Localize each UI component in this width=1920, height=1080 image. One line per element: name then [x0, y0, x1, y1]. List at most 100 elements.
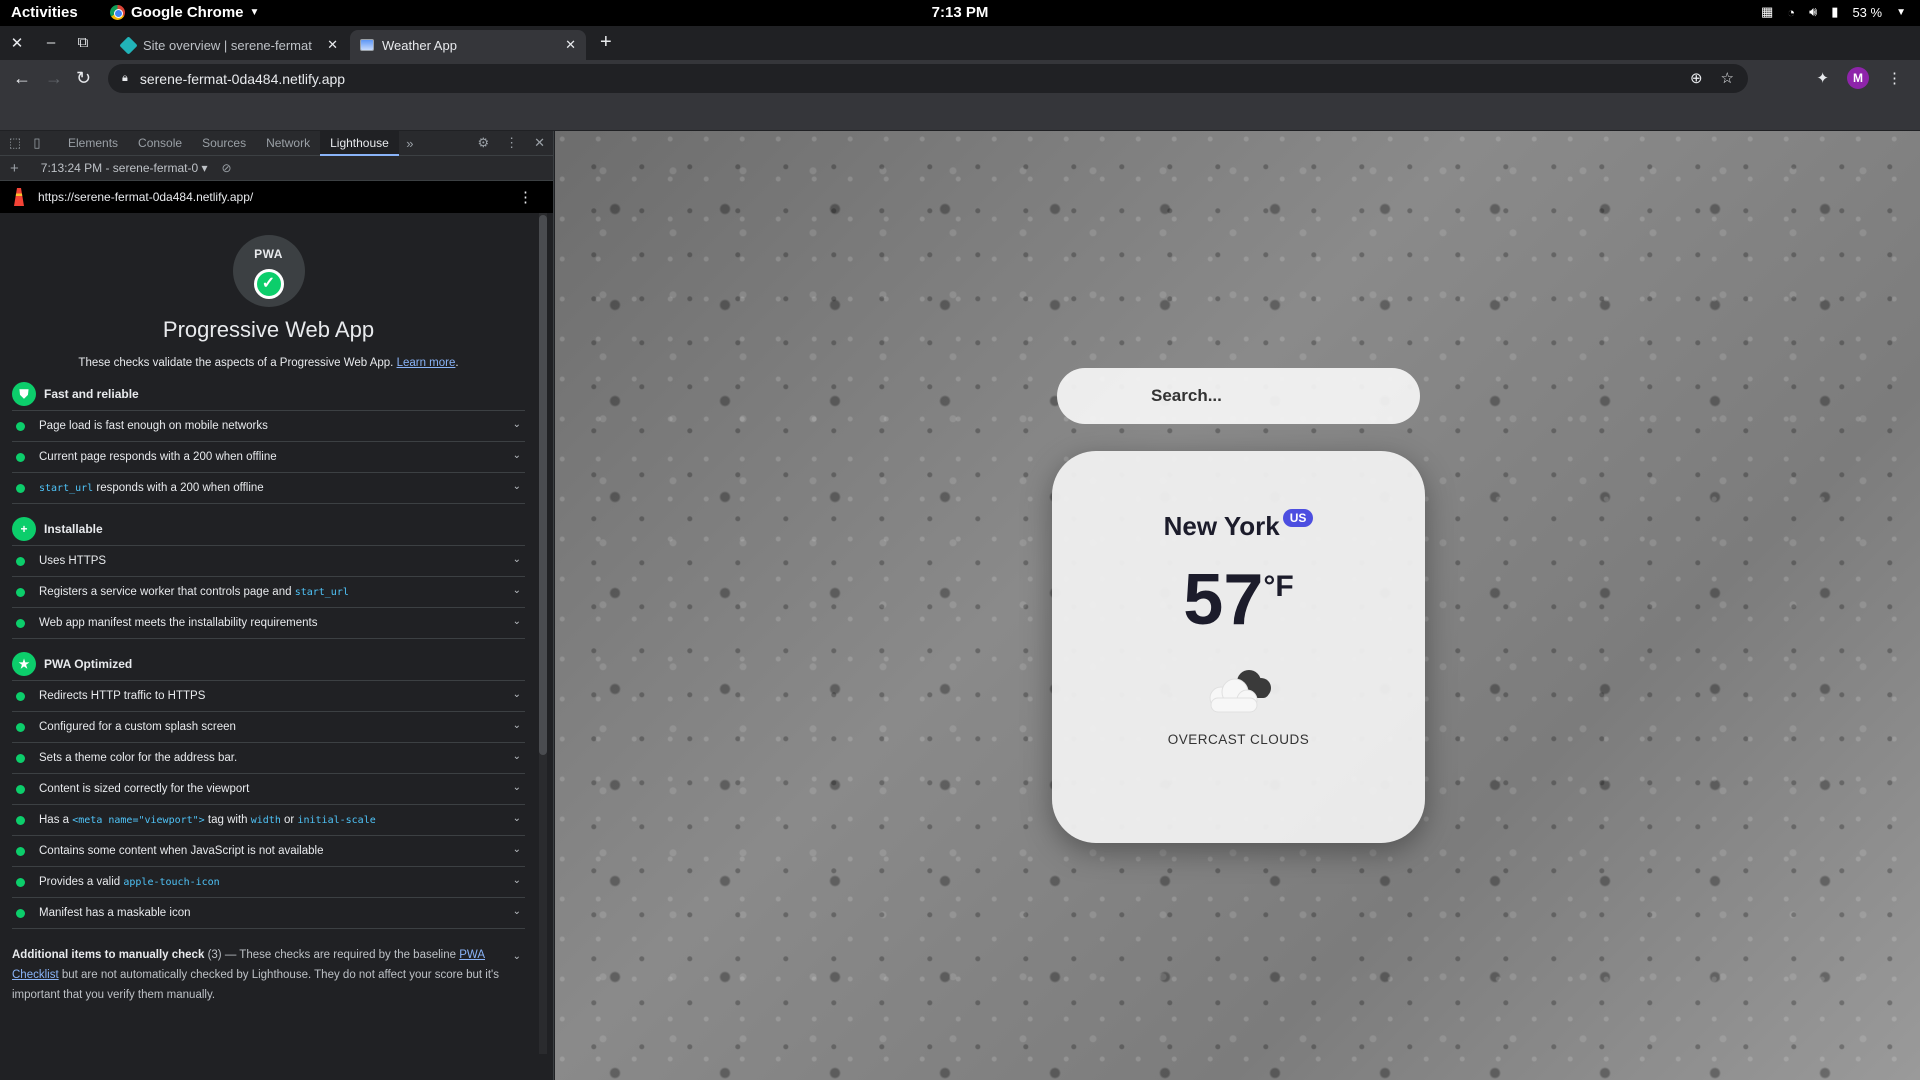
audit-row[interactable]: Provides a valid apple-touch-icon ⌄: [12, 867, 525, 898]
more-tabs-icon[interactable]: »: [399, 136, 421, 151]
overcast-clouds-icon: [1199, 662, 1279, 718]
address-bar[interactable]: 🔒︎ serene-fermat-0da484.netlify.app ⊕ ☆: [108, 64, 1748, 93]
volume-icon: 🔊︎: [1809, 4, 1818, 19]
app-menu[interactable]: Google Chrome ▼: [110, 4, 259, 21]
toolbar-spacer: [0, 98, 1920, 131]
manual-checks-section[interactable]: Additional items to manually check (3) —…: [12, 945, 525, 1005]
category-description: These checks validate the aspects of a P…: [78, 357, 459, 369]
devtools-toolbar: ⬚ ▯ Elements Console Sources Network Lig…: [0, 130, 553, 156]
audit-row[interactable]: Uses HTTPS ⌄: [12, 546, 525, 577]
chevron-down-icon: ⌄: [512, 481, 521, 492]
group-title: Fast and reliable: [44, 386, 139, 401]
tab-strip: ✕ – ⧉ Site overview | serene-fermat ✕ We…: [0, 26, 1920, 60]
audit-row[interactable]: Web app manifest meets the installabilit…: [12, 608, 525, 639]
group-pwa-optimized: ★ PWA Optimized: [12, 651, 525, 681]
audit-row[interactable]: Manifest has a maskable icon ⌄: [12, 898, 525, 929]
pass-dot-icon: [16, 587, 25, 597]
tab-console[interactable]: Console: [128, 131, 192, 156]
extensions-puzzle-icon[interactable]: ✦: [1816, 69, 1829, 87]
tab-site-overview[interactable]: Site overview | serene-fermat ✕: [112, 30, 348, 60]
profile-avatar[interactable]: M: [1847, 67, 1869, 89]
devtools-menu-icon[interactable]: ⋮: [505, 135, 518, 151]
pwa-badge: PWA ✓: [232, 235, 305, 307]
lighthouse-report[interactable]: PWA ✓ Progressive Web App These checks v…: [0, 213, 553, 1054]
chevron-down-icon: ⌄: [512, 585, 521, 596]
netlify-favicon-icon: [119, 35, 138, 55]
chevron-down-icon: ⌄: [512, 906, 521, 917]
inspect-element-icon[interactable]: ⬚: [4, 135, 26, 151]
audit-row[interactable]: Configured for a custom splash screen ⌄: [12, 712, 525, 743]
chevron-down-icon: ▼: [249, 7, 260, 18]
chrome-menu-icon[interactable]: ⋮: [1887, 69, 1902, 87]
category-title: Progressive Web App: [162, 317, 375, 342]
close-tab-icon[interactable]: ✕: [565, 37, 576, 53]
audit-row[interactable]: Page load is fast enough on mobile netwo…: [12, 411, 525, 442]
pass-dot-icon: [16, 815, 25, 825]
tab-lighthouse[interactable]: Lighthouse: [320, 130, 399, 156]
temperature-unit: °F: [1263, 570, 1294, 603]
weather-card: New York US 57 °F OVERCAST CLOUDS: [1052, 451, 1425, 843]
minimize-window-icon[interactable]: –: [42, 34, 60, 51]
activities-button[interactable]: Activities: [11, 4, 78, 21]
restore-window-icon[interactable]: ⧉: [74, 34, 92, 51]
install-app-icon[interactable]: ⊕: [1690, 69, 1703, 87]
report-scrollbar[interactable]: [539, 213, 547, 1054]
chevron-down-icon: ⌄: [512, 844, 521, 855]
report-url[interactable]: https://serene-fermat-0da484.netlify.app…: [38, 190, 253, 204]
tab-sources[interactable]: Sources: [192, 131, 256, 156]
back-arrow-icon[interactable]: ←: [13, 68, 31, 89]
tab-elements[interactable]: Elements: [58, 131, 128, 156]
audit-row[interactable]: start_url responds with a 200 when offli…: [12, 473, 525, 504]
chevron-down-icon: ⌄: [512, 689, 521, 700]
temperature: 57 °F: [1052, 564, 1425, 636]
pass-dot-icon: [16, 618, 25, 628]
pass-dot-icon: [16, 452, 25, 462]
clock[interactable]: 7:13 PM: [0, 4, 1920, 21]
tab-network[interactable]: Network: [256, 131, 320, 156]
lighthouse-report-toolbar: + 7:13:24 PM - serene-fermat-0 ▾ ⊘: [0, 156, 553, 181]
audit-row[interactable]: Has a <meta name="viewport"> tag with wi…: [12, 805, 525, 836]
chevron-down-icon: ⌄: [512, 554, 521, 565]
lock-icon[interactable]: 🔒︎: [122, 72, 128, 85]
pass-dot-icon: [16, 483, 25, 493]
audit-row[interactable]: Content is sized correctly for the viewp…: [12, 774, 525, 805]
settings-gear-icon[interactable]: ⚙: [477, 135, 489, 151]
audit-row[interactable]: Sets a theme color for the address bar. ⌄: [12, 743, 525, 774]
system-top-bar: Activities Google Chrome ▼ 7:13 PM ▦ ◔ 🔊…: [0, 0, 1920, 26]
chevron-down-icon: ⌄: [512, 951, 521, 962]
app-menu-label: Google Chrome: [131, 4, 244, 21]
close-window-icon[interactable]: ✕: [8, 34, 26, 52]
report-selector[interactable]: 7:13:24 PM - serene-fermat-0 ▾: [41, 161, 208, 175]
new-tab-icon[interactable]: +: [600, 31, 612, 54]
bookmark-star-icon[interactable]: ☆: [1721, 69, 1734, 87]
weather-favicon-icon: [360, 39, 374, 51]
clear-reports-icon[interactable]: ⊘: [222, 161, 232, 175]
close-devtools-icon[interactable]: ✕: [534, 135, 545, 151]
report-menu-icon[interactable]: ⋮: [518, 188, 533, 206]
system-tray[interactable]: ▦ ◔ 🔊︎ ▮ 53 % ▼: [1761, 4, 1906, 20]
group-title: Installable: [44, 521, 103, 536]
audit-row[interactable]: Contains some content when JavaScript is…: [12, 836, 525, 867]
audit-row[interactable]: Redirects HTTP traffic to HTTPS ⌄: [12, 681, 525, 712]
scrollbar-thumb[interactable]: [539, 215, 547, 755]
chevron-down-icon: ⌄: [512, 875, 521, 886]
audit-row[interactable]: Current page responds with a 200 when of…: [12, 442, 525, 473]
close-tab-icon[interactable]: ✕: [327, 37, 338, 53]
search-input[interactable]: Search...: [1057, 368, 1420, 424]
weather-description: OVERCAST CLOUDS: [1167, 732, 1310, 747]
reload-icon[interactable]: ↻: [76, 68, 91, 89]
star-icon: ★: [12, 651, 36, 676]
tab-weather-app[interactable]: Weather App ✕: [350, 30, 586, 60]
device-toolbar-icon[interactable]: ▯: [26, 135, 48, 151]
new-report-icon[interactable]: +: [10, 160, 19, 177]
group-title: PWA Optimized: [44, 656, 133, 671]
wifi-icon: ◔: [1787, 4, 1796, 20]
city-name: New York: [1163, 511, 1280, 541]
forward-arrow-icon[interactable]: →: [45, 68, 63, 89]
battery-icon: ▮: [1831, 4, 1839, 19]
audit-row[interactable]: Registers a service worker that controls…: [12, 577, 525, 608]
pass-dot-icon: [16, 722, 25, 732]
pass-dot-icon: [16, 784, 25, 794]
report-selector-label: 7:13:24 PM - serene-fermat-0: [40, 161, 199, 175]
learn-more-link[interactable]: Learn more: [397, 357, 456, 369]
